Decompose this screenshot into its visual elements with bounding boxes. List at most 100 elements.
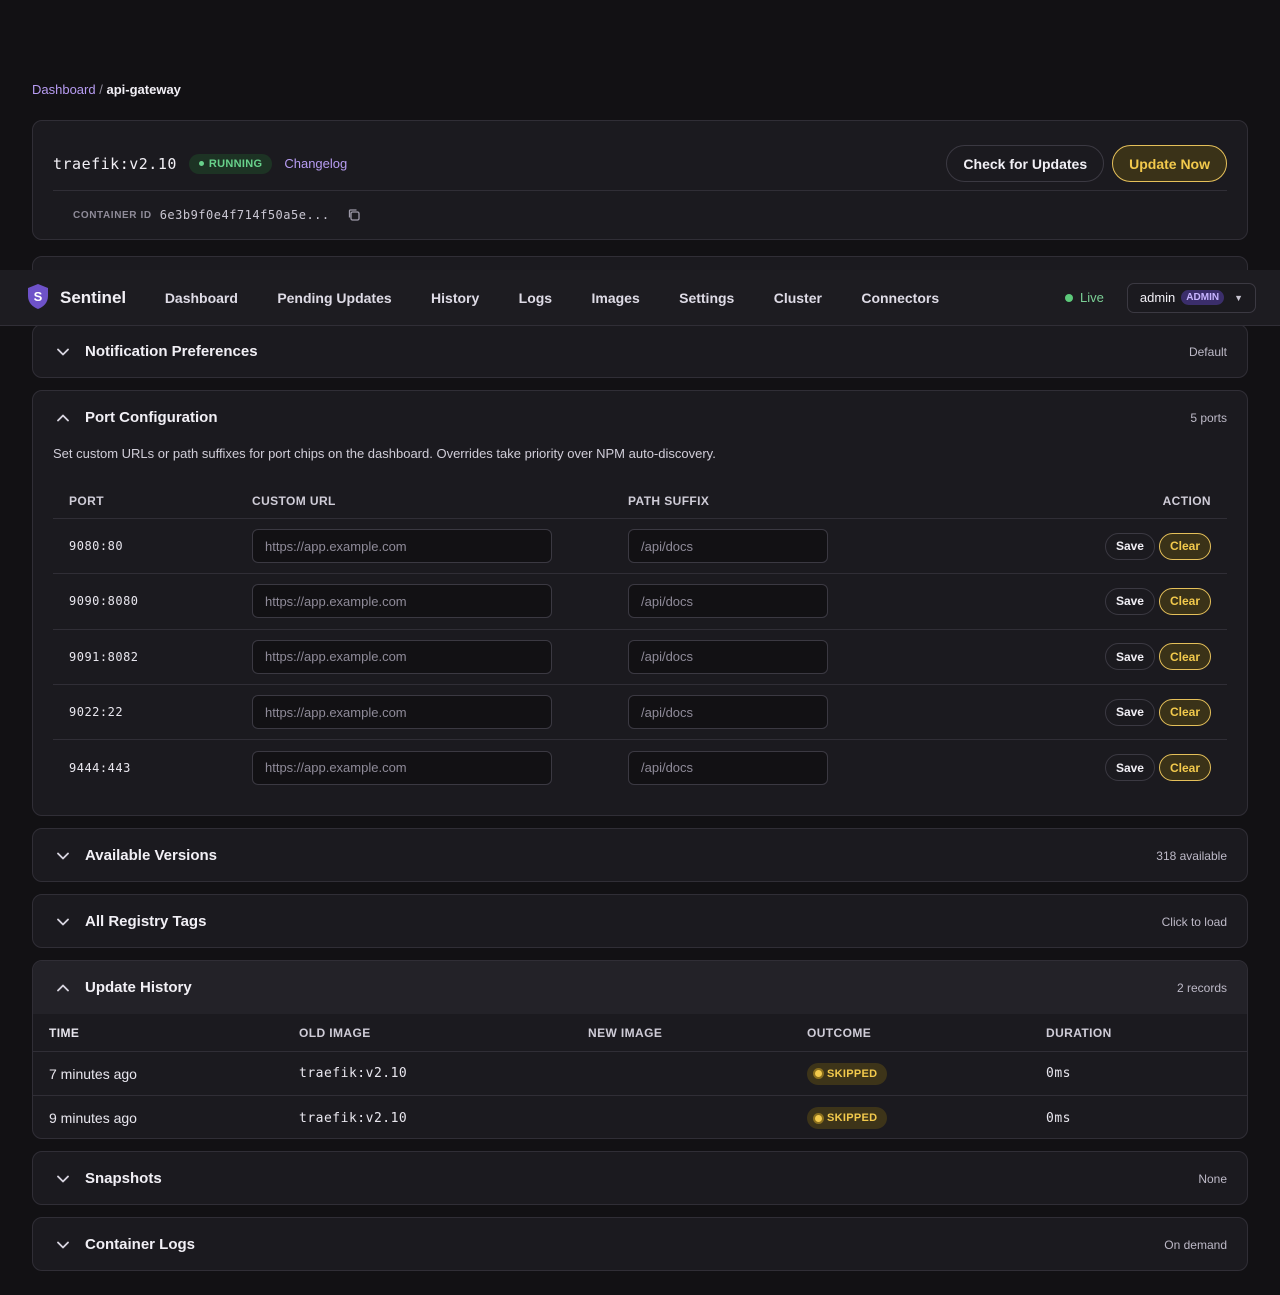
chevron-down-icon [53, 846, 73, 866]
registry-tags-header[interactable]: All Registry Tags Click to load [33, 895, 1247, 947]
container-id-row: CONTAINER ID 6e3b9f0e4f714f50a5e... [73, 207, 362, 223]
custom-url-input[interactable] [252, 529, 552, 564]
chevron-down-icon [53, 342, 73, 362]
section-title: Update History [85, 979, 192, 996]
caret-down-icon: ▼ [1234, 292, 1243, 303]
history-table-header: TIME OLD IMAGE NEW IMAGE OUTCOME DURATIO… [33, 1014, 1247, 1052]
container-id-label: CONTAINER ID [73, 209, 152, 221]
status-label: RUNNING [208, 157, 263, 170]
custom-url-input[interactable] [252, 639, 552, 674]
nav-right: Live admin ADMIN ▼ [1065, 282, 1256, 313]
save-button[interactable]: Save [1104, 532, 1155, 560]
available-versions-header[interactable]: Available Versions 318 available [33, 829, 1247, 881]
clear-button[interactable]: Clear [1158, 587, 1211, 615]
col-port: PORT [69, 493, 104, 508]
container-header-card: traefik:v2.10 RUNNING Changelog Check fo… [32, 120, 1248, 240]
col-outcome: OUTCOME [807, 1025, 872, 1040]
user-menu[interactable]: admin ADMIN ▼ [1126, 282, 1256, 313]
nav-item-settings[interactable]: Settings [659, 290, 754, 306]
custom-url-input[interactable] [252, 750, 552, 785]
path-suffix-input[interactable] [628, 639, 828, 674]
save-button[interactable]: Save [1104, 698, 1155, 726]
port-description: Set custom URLs or path suffixes for por… [53, 446, 716, 461]
section-meta: Default [1188, 344, 1227, 359]
section-meta: None [1198, 1171, 1227, 1186]
table-row: 9091:8082 SaveClear [53, 630, 1227, 685]
update-history-header[interactable]: Update History 2 records [33, 961, 1247, 1014]
nav-item-images[interactable]: Images [572, 290, 660, 306]
section-meta: 2 records [1176, 980, 1227, 995]
outcome-badge: SKIPPED [807, 1062, 888, 1085]
history-old-image: traefik:v2.10 [299, 1066, 408, 1081]
container-id-value: 6e3b9f0e4f714f50a5e... [159, 208, 330, 222]
table-row: 9022:22 SaveClear [53, 685, 1227, 741]
section-title: Container Logs [85, 1236, 196, 1253]
path-suffix-input[interactable] [628, 695, 828, 730]
table-row: 7 minutes ago traefik:v2.10 SKIPPED 0ms [33, 1052, 1247, 1096]
section-meta: 5 ports [1190, 410, 1227, 425]
chevron-down-icon [53, 1235, 73, 1255]
save-button[interactable]: Save [1104, 643, 1155, 671]
table-row: 9444:443 SaveClear [53, 740, 1227, 795]
nav-item-dashboard[interactable]: Dashboard [145, 290, 258, 306]
outcome-dot-icon [815, 1114, 822, 1122]
section-meta: 318 available [1156, 848, 1227, 863]
registry-tags-section: All Registry Tags Click to load [32, 894, 1248, 948]
outcome-badge: SKIPPED [807, 1107, 888, 1129]
brand[interactable]: S Sentinel [27, 283, 126, 313]
changelog-link[interactable]: Changelog [284, 156, 347, 171]
snapshots-section: Snapshots None [32, 1151, 1248, 1205]
path-suffix-input[interactable] [628, 584, 828, 619]
save-button[interactable]: Save [1104, 754, 1155, 782]
col-duration: DURATION [1046, 1025, 1112, 1040]
custom-url-input[interactable] [252, 584, 552, 619]
section-meta: On demand [1164, 1237, 1227, 1252]
available-versions-section: Available Versions 318 available [32, 828, 1248, 882]
breadcrumb-dashboard-link[interactable]: Dashboard [32, 82, 96, 97]
col-custom-url: CUSTOM URL [252, 493, 336, 508]
clear-button[interactable]: Clear [1158, 754, 1211, 782]
col-time: TIME [49, 1025, 80, 1040]
clear-button[interactable]: Clear [1158, 643, 1211, 671]
copy-icon[interactable] [346, 207, 362, 223]
chevron-up-icon [53, 978, 73, 998]
port-value: 9444:443 [69, 760, 131, 775]
chevron-down-icon [53, 912, 73, 932]
update-now-button[interactable]: Update Now [1112, 145, 1227, 182]
port-table-header: PORT CUSTOM URL PATH SUFFIX ACTION [53, 483, 1227, 519]
port-configuration-header[interactable]: Port Configuration 5 ports [33, 391, 1247, 444]
status-badge: RUNNING [188, 153, 273, 174]
snapshots-header[interactable]: Snapshots None [33, 1152, 1247, 1204]
path-suffix-input[interactable] [628, 750, 828, 785]
shield-logo-icon: S [27, 283, 49, 313]
history-table: TIME OLD IMAGE NEW IMAGE OUTCOME DURATIO… [33, 1014, 1247, 1138]
section-meta: Click to load [1161, 914, 1227, 929]
port-value: 9090:8080 [69, 594, 139, 609]
table-row: 9 minutes ago traefik:v2.10 SKIPPED 0ms [33, 1096, 1247, 1138]
custom-url-input[interactable] [252, 695, 552, 730]
history-old-image: traefik:v2.10 [299, 1110, 408, 1126]
outcome-label: SKIPPED [827, 1112, 878, 1124]
table-row: 9080:80 SaveClear [53, 519, 1227, 575]
nav-item-logs[interactable]: Logs [499, 290, 572, 306]
nav-item-pending-updates[interactable]: Pending Updates [258, 290, 412, 306]
container-logs-header[interactable]: Container Logs On demand [33, 1218, 1247, 1270]
save-button[interactable]: Save [1104, 587, 1155, 615]
col-action: ACTION [1162, 493, 1211, 508]
clear-button[interactable]: Clear [1158, 698, 1211, 726]
notification-preferences-header[interactable]: Notification Preferences Default [33, 325, 1247, 377]
outcome-dot-icon [815, 1070, 822, 1077]
nav-item-cluster[interactable]: Cluster [754, 290, 842, 306]
path-suffix-input[interactable] [628, 529, 828, 564]
section-title: Snapshots [85, 1170, 162, 1187]
port-value: 9080:80 [69, 539, 124, 554]
nav-item-history[interactable]: History [411, 290, 499, 306]
check-for-updates-button[interactable]: Check for Updates [946, 145, 1105, 182]
status-dot-icon [198, 161, 204, 166]
history-time: 7 minutes ago [49, 1065, 137, 1082]
header-actions: Check for Updates Update Now [946, 145, 1227, 182]
clear-button[interactable]: Clear [1158, 532, 1211, 560]
live-indicator: Live [1065, 290, 1104, 305]
nav-item-connectors[interactable]: Connectors [842, 290, 959, 306]
top-navbar: S Sentinel Dashboard Pending Updates His… [0, 270, 1280, 326]
